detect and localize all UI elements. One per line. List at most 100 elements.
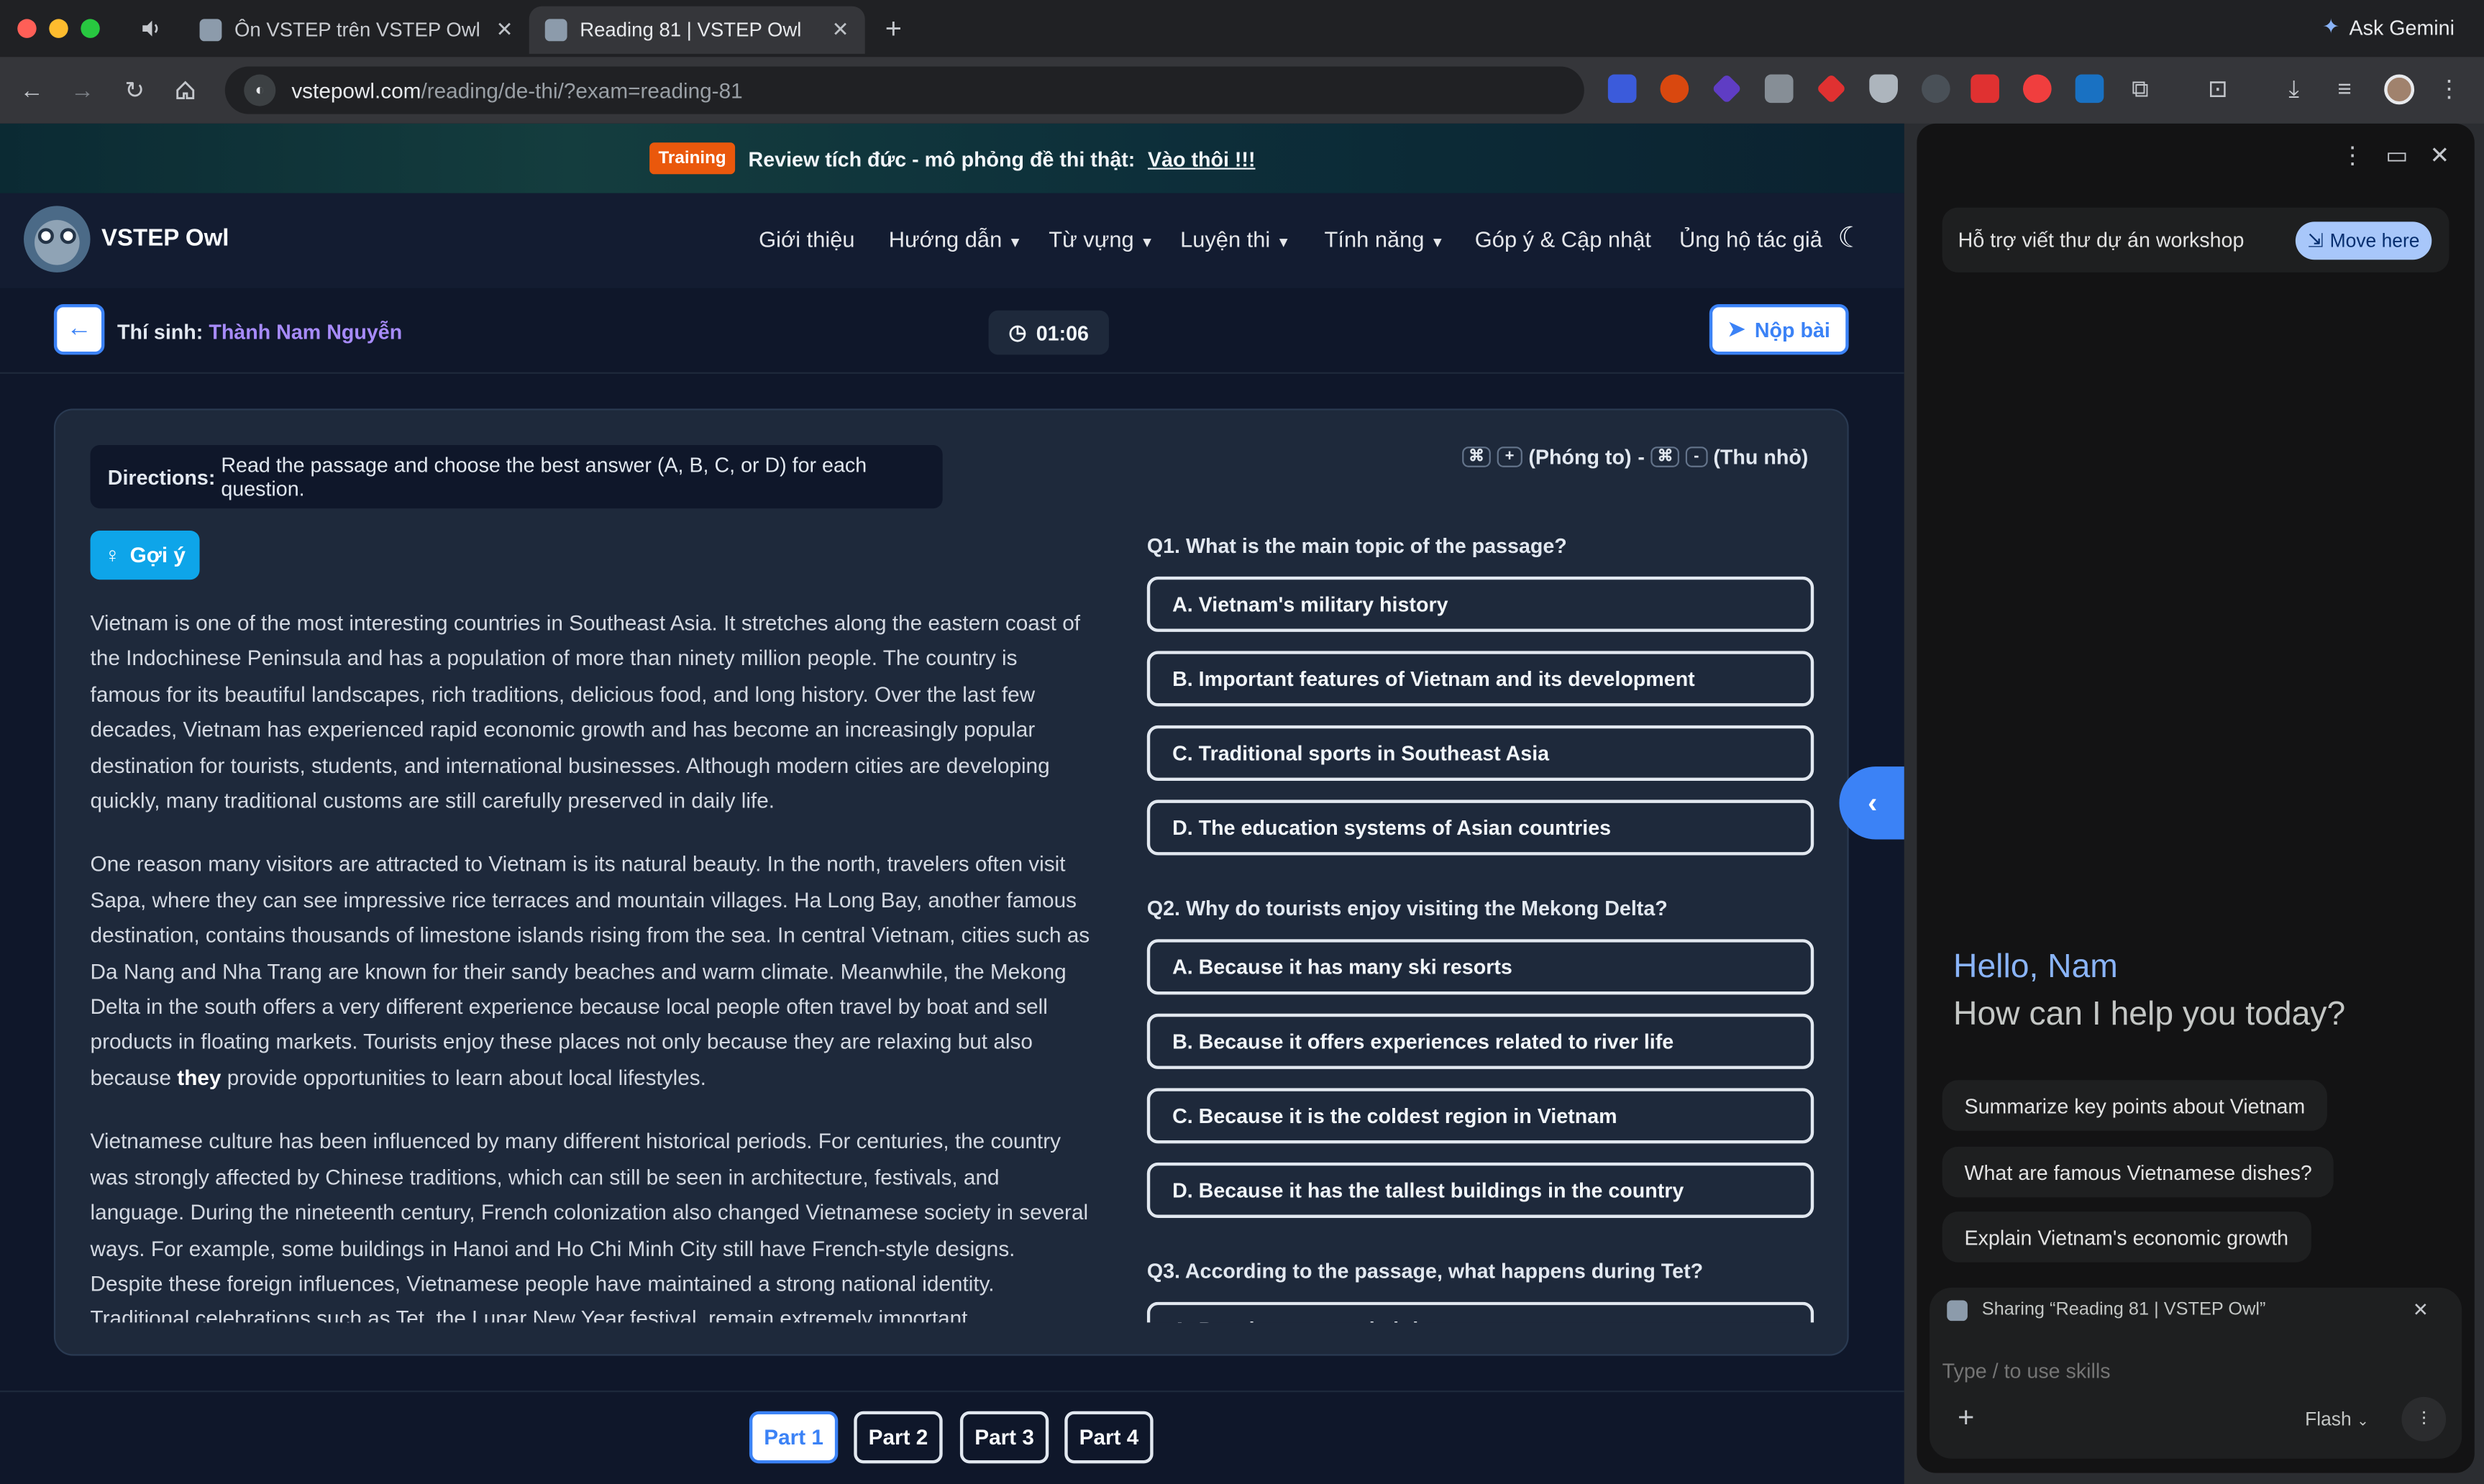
site-info-icon[interactable]: ◐ bbox=[244, 74, 276, 106]
minimize-window-icon[interactable] bbox=[49, 19, 68, 38]
download-icon[interactable]: ⤓ bbox=[2278, 73, 2310, 104]
nav-item-gop-y[interactable]: Góp ý & Cập nhật bbox=[1475, 226, 1651, 252]
hint-button[interactable]: ♀ Gợi ý bbox=[90, 530, 200, 580]
tab-vstep-owl-home[interactable]: Ôn VSTEP trên VSTEP Owl bằ ✕ bbox=[184, 6, 529, 54]
command-key-icon: ⌘ bbox=[1650, 446, 1680, 467]
context-title: Hỗ trợ viết thư dự án workshop bbox=[1958, 228, 2245, 252]
suggestion-chip[interactable]: Summarize key points about Vietnam bbox=[1942, 1080, 2328, 1131]
add-icon[interactable]: + bbox=[1952, 1401, 1981, 1433]
youtube-extension-icon[interactable] bbox=[2022, 74, 2052, 104]
close-tab-icon[interactable]: ✕ bbox=[496, 17, 513, 42]
panel-more-icon[interactable]: ⋮ bbox=[2340, 139, 2365, 171]
q2-option-c[interactable]: C. Because it is the coldest region in V… bbox=[1146, 1088, 1814, 1144]
part-1-button[interactable]: Part 1 bbox=[749, 1411, 839, 1464]
close-tab-icon[interactable]: ✕ bbox=[832, 17, 849, 42]
extension-icon[interactable] bbox=[1660, 74, 1689, 104]
gemini-sparkle-icon: ✦ bbox=[2322, 14, 2340, 38]
tab-search-icon[interactable]: ≡ bbox=[2329, 73, 2360, 104]
translate-extension-icon[interactable] bbox=[1607, 74, 1637, 104]
directions-box: Directions: Read the passage and choose … bbox=[90, 444, 943, 509]
ask-gemini-label: Ask Gemini bbox=[2349, 14, 2455, 39]
tab-reading-81[interactable]: Reading 81 | VSTEP Owl ✕ bbox=[529, 6, 865, 54]
nav-item-huong-dan[interactable]: Hướng dẫn ▼ bbox=[889, 226, 1023, 252]
extension-icon[interactable] bbox=[2075, 74, 2104, 104]
url-path: /reading/de-thi/?exam=reading-81 bbox=[421, 78, 743, 103]
passage-paragraph: One reason many visitors are attracted t… bbox=[91, 848, 1092, 1096]
q2-option-b[interactable]: B. Because it offers experiences related… bbox=[1146, 1013, 1814, 1069]
q2-option-a[interactable]: A. Because it has many ski resorts bbox=[1146, 939, 1814, 995]
shield-extension-icon[interactable] bbox=[1869, 74, 1898, 104]
address-bar[interactable]: ◐ vstepowl.com/reading/de-thi/?exam=read… bbox=[224, 66, 1584, 114]
voice-input-icon[interactable]: ⫶ bbox=[2401, 1396, 2447, 1442]
nav-item-ung-ho[interactable]: Ủng hộ tác giả bbox=[1679, 226, 1822, 252]
zoom-hint: ⌘ + (Phóng to) - ⌘ - (Thu nhỏ) bbox=[1462, 445, 1808, 469]
directions-label: Directions: bbox=[107, 464, 216, 489]
back-arrow-button[interactable]: ← bbox=[53, 303, 105, 355]
nav-item-gioi-thieu[interactable]: Giới thiệu bbox=[759, 226, 854, 252]
suggestion-chip[interactable]: What are famous Vietnamese dishes? bbox=[1942, 1146, 2334, 1198]
caret-down-icon: ▼ bbox=[1276, 234, 1291, 251]
exam-card: Directions: Read the passage and choose … bbox=[53, 408, 1849, 1356]
hint-label: Gợi ý bbox=[129, 543, 186, 567]
q1-option-a[interactable]: A. Vietnam's military history bbox=[1146, 576, 1814, 632]
part-4-button[interactable]: Part 4 bbox=[1064, 1411, 1154, 1464]
forward-icon[interactable]: → bbox=[67, 75, 99, 106]
q1-option-d[interactable]: D. The education systems of Asian countr… bbox=[1146, 800, 1814, 856]
reload-icon[interactable]: ↻ bbox=[119, 75, 150, 106]
profile-avatar[interactable] bbox=[2384, 74, 2415, 105]
model-label: Flash bbox=[2305, 1408, 2352, 1431]
reading-mode-icon[interactable]: ⊡ bbox=[2202, 73, 2234, 104]
candidate-info: Thí sinh: Thành Nam Nguyễn bbox=[117, 320, 402, 344]
close-window-icon[interactable] bbox=[17, 19, 37, 38]
owl-favicon-icon bbox=[1947, 1300, 1968, 1322]
q2-option-d[interactable]: D. Because it has the tallest buildings … bbox=[1146, 1162, 1814, 1218]
extension-icon[interactable] bbox=[1921, 74, 1950, 104]
passage-text: provide opportunities to learn about loc… bbox=[227, 1066, 706, 1090]
move-here-label: Move here bbox=[2329, 229, 2420, 252]
suggestion-chip[interactable]: Explain Vietnam's economic growth bbox=[1942, 1212, 2311, 1263]
collapse-panel-chevron-icon[interactable]: ‹ bbox=[1839, 766, 1904, 840]
send-icon: ➤ bbox=[1727, 316, 1745, 341]
back-icon[interactable]: ← bbox=[16, 75, 47, 106]
gemini-panel bbox=[1917, 123, 2475, 1473]
owl-logo-icon[interactable] bbox=[24, 206, 91, 272]
camera-extension-icon[interactable] bbox=[1764, 74, 1794, 104]
ask-gemini-button[interactable]: ✦ Ask Gemini bbox=[2322, 14, 2455, 40]
tab-title: Reading 81 | VSTEP Owl bbox=[580, 19, 802, 42]
submit-button[interactable]: ➤ Nộp bài bbox=[1709, 303, 1849, 355]
move-here-button[interactable]: ⇲ Move here bbox=[2295, 221, 2432, 260]
q1-option-b[interactable]: B. Important features of Vietnam and its… bbox=[1146, 651, 1814, 707]
q1-option-c[interactable]: C. Traditional sports in Southeast Asia bbox=[1146, 725, 1814, 781]
url-domain: vstepowl.com bbox=[291, 78, 421, 103]
nav-item-tu-vung[interactable]: Từ vựng ▼ bbox=[1049, 226, 1154, 252]
stop-sharing-icon[interactable]: ✕ bbox=[2409, 1297, 2432, 1322]
audio-icon[interactable] bbox=[136, 13, 165, 45]
dark-mode-moon-icon[interactable]: ☾ bbox=[1837, 221, 1863, 255]
passage-bold-word: they bbox=[177, 1066, 222, 1090]
nav-item-tinh-nang[interactable]: Tính năng ▼ bbox=[1325, 226, 1445, 252]
close-panel-icon[interactable]: ✕ bbox=[2425, 139, 2454, 171]
more-icon[interactable]: ⋮ bbox=[2437, 73, 2462, 104]
extensions-puzzle-icon[interactable]: ⧉ bbox=[2124, 73, 2156, 104]
training-badge: Training bbox=[649, 142, 736, 175]
nav-item-luyen-thi[interactable]: Luyện thi ▼ bbox=[1180, 226, 1290, 252]
banner-link[interactable]: Vào thôi !!! bbox=[1148, 147, 1256, 170]
caret-down-icon: ▼ bbox=[1140, 234, 1154, 251]
q3-option-a[interactable]: A. People return to their hometowns bbox=[1146, 1301, 1814, 1323]
brand-name[interactable]: VSTEP Owl bbox=[101, 225, 229, 252]
new-tab-icon[interactable]: + bbox=[877, 12, 909, 45]
open-in-window-icon[interactable]: ▭ bbox=[2381, 139, 2413, 171]
candidate-label: Thí sinh: bbox=[117, 319, 204, 344]
zoom-in-label: (Phóng to) bbox=[1528, 444, 1632, 470]
pdf-extension-icon[interactable] bbox=[1971, 74, 1999, 104]
home-icon[interactable] bbox=[170, 75, 201, 106]
model-selector[interactable]: Flash ⌄ bbox=[2305, 1408, 2369, 1430]
part-2-button[interactable]: Part 2 bbox=[854, 1411, 943, 1464]
footer-divider bbox=[0, 1391, 1904, 1393]
nav-label: Tính năng bbox=[1324, 226, 1425, 252]
gemini-prompt-input[interactable] bbox=[1942, 1352, 2418, 1388]
maximize-window-icon[interactable] bbox=[81, 19, 100, 38]
main-nav: VSTEP Owl Giới thiệu Hướng dẫn ▼ Từ vựng… bbox=[0, 193, 1904, 288]
move-icon: ⇲ bbox=[2307, 229, 2324, 252]
part-3-button[interactable]: Part 3 bbox=[959, 1411, 1049, 1464]
